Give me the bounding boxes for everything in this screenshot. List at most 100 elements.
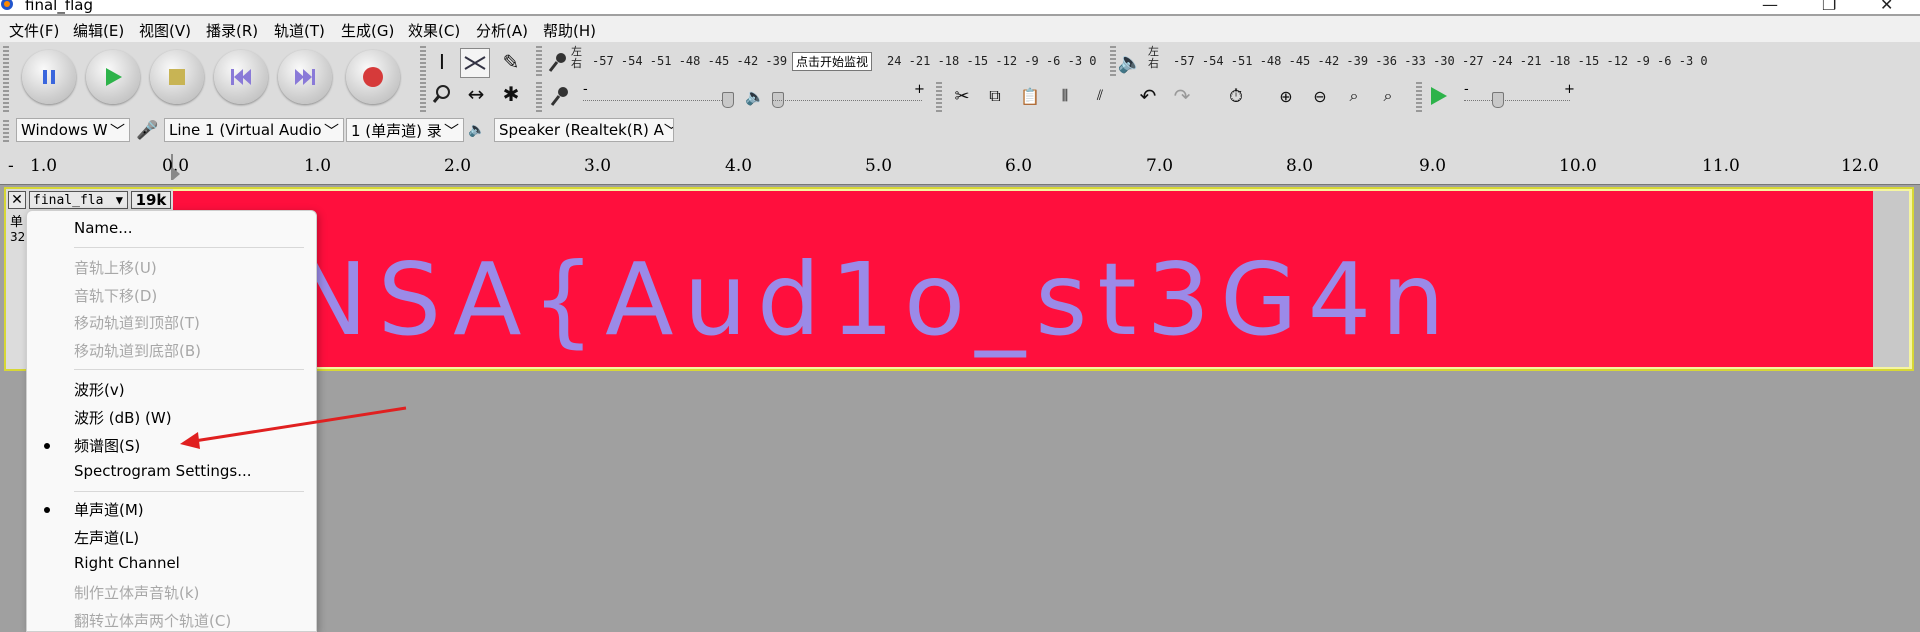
copy-icon[interactable]: ⧉ xyxy=(981,82,1009,110)
recording-device-mic-icon: 🎤 xyxy=(136,119,159,141)
menu-item-spectrogram[interactable]: 频谱图(S) xyxy=(74,435,140,456)
play-at-speed-icon[interactable] xyxy=(1424,82,1452,110)
close-window-icon[interactable]: ✕ xyxy=(1880,0,1893,14)
ruler-tick: 1.0 xyxy=(30,156,58,176)
menu-item-move-track-top: 移动轨道到顶部(T) xyxy=(74,314,200,332)
playback-device-speaker-icon: 🔈 xyxy=(468,122,486,138)
ruler-tick: 7.0 xyxy=(1146,156,1174,176)
menu-item-move-track-down: 音轨下移(D) xyxy=(74,287,158,305)
sample-rate-badge: 19k xyxy=(131,191,171,209)
skip-to-end-icon xyxy=(295,69,315,85)
menu-file[interactable]: 文件(F) xyxy=(9,20,59,41)
output-slider-max: + xyxy=(914,82,925,97)
play-speed-slider[interactable] xyxy=(1464,100,1570,102)
menu-item-waveform[interactable]: 波形(v) xyxy=(74,379,125,400)
cut-icon[interactable]: ✂ xyxy=(948,82,976,110)
spectrogram-hidden-text: NSA{Aud1o_st3G4n xyxy=(293,241,1455,358)
track-close-icon[interactable]: ✕ xyxy=(8,191,26,209)
undo-icon[interactable]: ↶ xyxy=(1134,82,1162,110)
timeline-ruler[interactable]: - 1.0 0.0 1.0 2.0 3.0 4.0 5.0 6.0 7.0 8.… xyxy=(0,150,1920,185)
minimize-icon[interactable]: — xyxy=(1762,0,1778,14)
zoom-in-icon[interactable]: ⊕ xyxy=(1272,82,1300,110)
input-volume-slider[interactable] xyxy=(583,100,728,102)
record-meter-mic-icon[interactable] xyxy=(544,48,572,76)
menu-tracks[interactable]: 轨道(T) xyxy=(274,20,325,41)
play-meter-speaker-icon[interactable]: 🔈 xyxy=(1116,48,1144,76)
output-volume-slider[interactable] xyxy=(772,100,922,102)
output-volume-speaker-icon: 🔈 xyxy=(745,86,765,106)
timeshift-tool-icon[interactable]: ↔ xyxy=(462,80,490,108)
playhead-marker-icon[interactable] xyxy=(170,154,182,180)
zoom-out-icon[interactable]: ⊖ xyxy=(1306,82,1334,110)
play-button[interactable] xyxy=(86,50,140,104)
device-toolbar-grip[interactable] xyxy=(3,120,9,144)
restore-icon[interactable]: ❐ xyxy=(1822,0,1836,14)
start-monitoring-button[interactable]: 点击开始监视 xyxy=(792,52,873,71)
sync-lock-icon[interactable]: ⏱ xyxy=(1222,82,1250,110)
menu-generate[interactable]: 生成(G) xyxy=(341,20,394,41)
silence-icon[interactable]: ⫽ xyxy=(1086,82,1114,110)
zoom-tool-icon[interactable] xyxy=(428,80,456,108)
tools-grip[interactable] xyxy=(420,46,426,112)
skip-to-end-button[interactable] xyxy=(278,50,332,104)
menu-analyze[interactable]: 分析(A) xyxy=(476,20,528,41)
fit-project-icon[interactable]: ⌕ xyxy=(1374,82,1402,110)
paste-icon[interactable]: 📋 xyxy=(1016,82,1044,110)
menu-item-left-channel[interactable]: 左声道(L) xyxy=(74,527,139,548)
track-name-menu-button[interactable]: final_fla ▼ xyxy=(29,191,128,209)
redo-icon[interactable]: ↷ xyxy=(1168,82,1196,110)
recording-channels-select[interactable]: 1 (单声道) 录 ﹀ xyxy=(346,117,464,143)
record-button[interactable] xyxy=(346,50,400,104)
input-volume-thumb[interactable] xyxy=(722,92,734,108)
play-icon xyxy=(106,68,122,86)
stop-button[interactable] xyxy=(150,50,204,104)
track-right-edge xyxy=(1873,191,1909,367)
spectrogram-checked-bullet-icon xyxy=(44,443,50,449)
speed-slider-min: - xyxy=(1464,82,1469,97)
record-meter-grip[interactable] xyxy=(536,46,542,76)
menu-item-right-channel[interactable]: Right Channel xyxy=(74,554,180,572)
mono-checked-bullet-icon xyxy=(44,507,50,513)
annotation-arrow-icon xyxy=(180,406,407,449)
toolbar-grip[interactable] xyxy=(3,46,9,112)
selection-tool-icon[interactable]: I xyxy=(428,48,456,76)
menu-help[interactable]: 帮助(H) xyxy=(543,20,596,41)
menu-record[interactable]: 播录(R) xyxy=(206,20,258,41)
ruler-minus-sign: - xyxy=(8,156,14,176)
menu-item-name[interactable]: Name... xyxy=(74,219,133,237)
menu-edit[interactable]: 编辑(E) xyxy=(73,20,124,41)
ruler-tick: 2.0 xyxy=(444,156,472,176)
fit-selection-icon[interactable]: ⌕ xyxy=(1340,82,1368,110)
ruler-tick: 11.0 xyxy=(1702,156,1740,176)
menu-item-swap-stereo: 翻转立体声两个轨道(C) xyxy=(74,612,232,630)
play-at-speed-grip[interactable] xyxy=(1416,82,1422,112)
multi-tool-icon[interactable]: ✱ xyxy=(497,80,525,108)
edit-toolbar-grip[interactable] xyxy=(936,82,942,112)
trim-icon[interactable]: ⫼ xyxy=(1051,82,1079,110)
playback-device-select[interactable]: Speaker (Realtek(R) A﹀ xyxy=(494,117,674,143)
record-meter-scale: -57 -54 -51 -48 -45 -42 -39 - xyxy=(592,54,802,68)
draw-tool-icon[interactable]: ✎ xyxy=(497,48,525,76)
spectrogram-view[interactable]: NSA{Aud1o_st3G4n xyxy=(173,191,1873,367)
mixer-grip[interactable] xyxy=(536,82,542,112)
pause-button[interactable] xyxy=(22,50,76,104)
recording-device-select[interactable]: Line 1 (Virtual Audio ﹀ xyxy=(164,117,344,143)
menu-item-waveform-db[interactable]: 波形 (dB) (W) xyxy=(74,407,172,428)
track-menu-dropdown-icon: ▼ xyxy=(115,193,123,207)
ruler-tick: 5.0 xyxy=(865,156,893,176)
record-meter-lr-label: 左右 xyxy=(571,45,582,70)
ruler-tick: 1.0 xyxy=(304,156,332,176)
menu-item-mono[interactable]: 单声道(M) xyxy=(74,499,144,520)
menu-item-spectrogram-settings[interactable]: Spectrogram Settings... xyxy=(74,462,252,480)
menu-effect[interactable]: 效果(C) xyxy=(408,20,460,41)
play-speed-thumb[interactable] xyxy=(1492,92,1504,108)
ruler-tick: 8.0 xyxy=(1286,156,1314,176)
play-meter-scale: -57 -54 -51 -48 -45 -42 -39 -36 -33 -30 … xyxy=(1173,54,1708,68)
track-info-channel: 单 xyxy=(10,215,24,230)
audio-host-select[interactable]: Windows W ﹀ xyxy=(16,117,130,143)
menu-item-move-track-bottom: 移动轨道到底部(B) xyxy=(74,342,201,360)
menu-view[interactable]: 视图(V) xyxy=(139,20,191,41)
skip-to-start-button[interactable] xyxy=(214,50,268,104)
envelope-tool-icon[interactable] xyxy=(460,48,490,78)
track-info-format: 32 xyxy=(10,230,26,244)
